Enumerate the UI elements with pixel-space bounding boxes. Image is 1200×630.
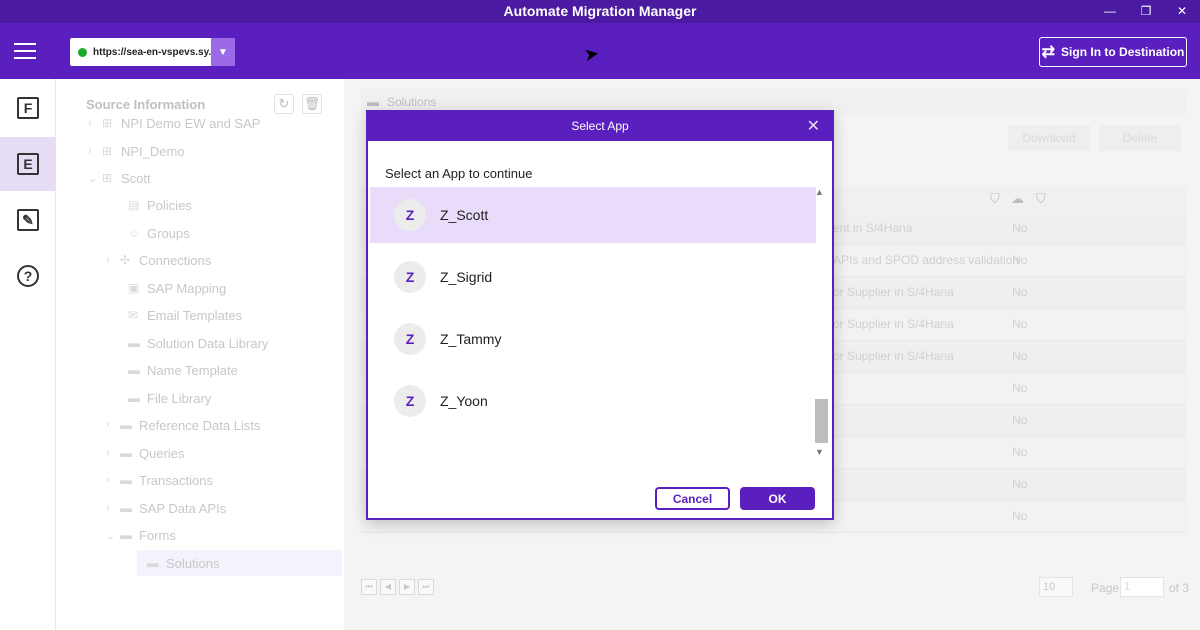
mouse-cursor-icon: ➤: [582, 42, 601, 66]
environment-url: https://sea-en-vspevs.sy...: [93, 46, 211, 58]
app-name: Z_Yoon: [440, 393, 488, 409]
app-item-z-tammy[interactable]: Z Z_Tammy: [370, 311, 816, 367]
ok-button[interactable]: OK: [740, 487, 815, 510]
avatar: Z: [394, 385, 426, 417]
left-navigation: F E ✎ ?: [0, 79, 56, 630]
minimize-icon[interactable]: —: [1092, 0, 1128, 23]
dialog-title: Select App: [571, 119, 629, 133]
close-icon[interactable]: ✕: [1164, 0, 1200, 23]
nav-e-button[interactable]: E: [0, 137, 56, 191]
nav-f-button[interactable]: F: [0, 81, 56, 135]
app-item-z-sigrid[interactable]: Z Z_Sigrid: [370, 249, 816, 305]
scroll-down-icon[interactable]: ▼: [815, 447, 824, 457]
app-name: Z_Sigrid: [440, 269, 493, 285]
scroll-thumb[interactable]: [815, 399, 828, 443]
environment-url-select[interactable]: https://sea-en-vspevs.sy... ▼: [70, 38, 235, 66]
scroll-up-icon[interactable]: ▲: [815, 187, 824, 197]
edit-icon: ✎: [17, 209, 39, 231]
app-item-z-yoon[interactable]: Z Z_Yoon: [370, 373, 816, 429]
app-name: Z_Scott: [440, 207, 489, 223]
app-item-z-scott[interactable]: Z Z_Scott: [370, 187, 816, 243]
window-title: Automate Migration Manager: [503, 3, 697, 19]
sign-in-label: Sign In to Destination: [1061, 45, 1185, 59]
dialog-subtitle: Select an App to continue: [385, 166, 533, 181]
hamburger-menu-icon[interactable]: [14, 43, 36, 59]
e-icon: E: [17, 153, 39, 175]
select-app-dialog: Select App ✕ Select an App to continue Z…: [366, 110, 834, 520]
app-header: https://sea-en-vspevs.sy... ▼ ➤ ⇄ Sign I…: [0, 23, 1200, 79]
avatar: Z: [394, 323, 426, 355]
swap-arrows-icon: ⇄: [1041, 44, 1056, 61]
help-icon: ?: [17, 265, 39, 287]
chevron-down-icon[interactable]: ▼: [211, 38, 235, 66]
avatar: Z: [394, 199, 426, 231]
connection-status-dot: [78, 47, 87, 57]
f-icon: F: [17, 97, 39, 119]
app-name: Z_Tammy: [440, 331, 502, 347]
sign-in-destination-button[interactable]: ⇄ Sign In to Destination: [1039, 37, 1187, 67]
nav-help-button[interactable]: ?: [0, 249, 56, 303]
dialog-header: Select App ✕: [368, 112, 832, 141]
app-list: Z Z_Scott Z Z_Sigrid Z Z_Tammy Z Z_Yoon: [370, 187, 816, 463]
restore-icon[interactable]: ❐: [1128, 0, 1164, 23]
cancel-button[interactable]: Cancel: [655, 487, 730, 510]
nav-edit-button[interactable]: ✎: [0, 193, 56, 247]
avatar: Z: [394, 261, 426, 293]
app-list-scrollbar[interactable]: ▲ ▼: [813, 187, 829, 461]
close-icon[interactable]: ✕: [807, 112, 820, 141]
window-titlebar: Automate Migration Manager — ❐ ✕: [0, 0, 1200, 23]
